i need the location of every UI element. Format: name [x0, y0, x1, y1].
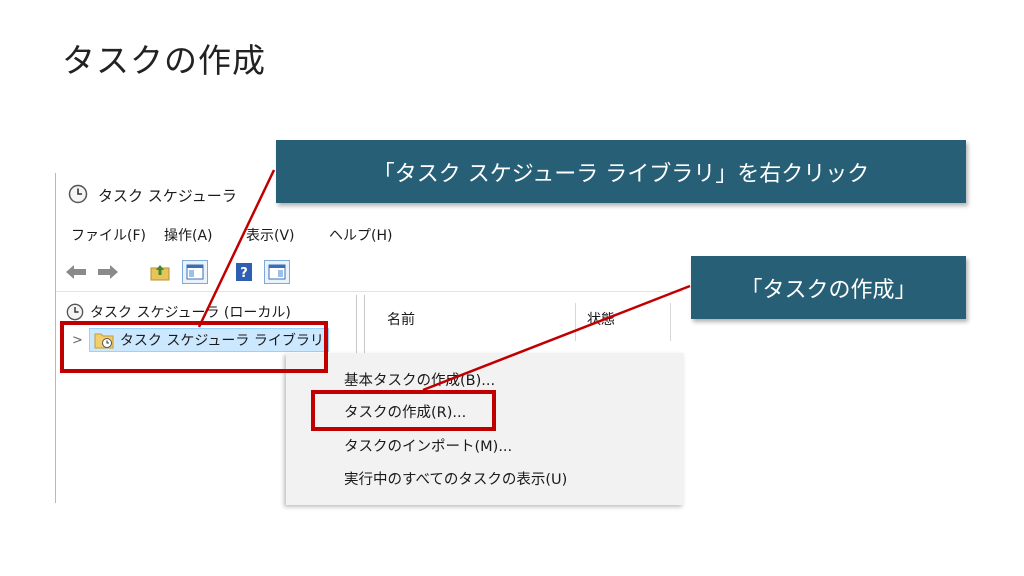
toolbar: ? — [56, 253, 684, 292]
column-header-name[interactable]: 名前 — [387, 309, 415, 329]
menu-item-show-running-tasks[interactable]: 実行中のすべてのタスクの表示(U) — [344, 468, 567, 489]
action-pane-icon[interactable] — [264, 260, 290, 284]
clock-icon — [66, 303, 84, 321]
help-icon[interactable]: ? — [232, 260, 256, 284]
callout-right-click: 「タスク スケジューラ ライブラリ」を右クリック — [276, 140, 966, 203]
forward-arrow-icon[interactable] — [96, 260, 120, 284]
clock-icon — [68, 184, 88, 204]
highlight-create-task — [311, 390, 496, 431]
column-header-status[interactable]: 状態 — [587, 309, 615, 329]
menu-bar: ファイル(F) 操作(A) 表示(V) ヘルプ(H) — [56, 217, 684, 251]
menu-action[interactable]: 操作(A) — [164, 225, 213, 245]
back-arrow-icon[interactable] — [64, 260, 88, 284]
window-title: タスク スケジューラ — [98, 187, 237, 205]
highlight-library — [60, 321, 328, 373]
column-divider[interactable] — [575, 303, 576, 341]
menu-file[interactable]: ファイル(F) — [71, 225, 146, 245]
column-divider[interactable] — [670, 303, 671, 341]
slide-title: タスクの作成 — [62, 41, 266, 80]
tree-node-local[interactable]: タスク スケジューラ (ローカル) — [66, 302, 291, 322]
menu-help[interactable]: ヘルプ(H) — [329, 225, 392, 245]
menu-view[interactable]: 表示(V) — [246, 225, 295, 245]
svg-text:?: ? — [240, 266, 248, 281]
console-tree-icon[interactable] — [182, 260, 208, 284]
folder-up-icon[interactable] — [148, 260, 172, 284]
menu-item-import-task[interactable]: タスクのインポート(M)... — [344, 435, 512, 456]
tree-node-local-label: タスク スケジューラ (ローカル) — [90, 305, 291, 321]
menu-item-create-basic-task[interactable]: 基本タスクの作成(B)... — [344, 369, 495, 390]
callout-create-task: 「タスクの作成」 — [691, 256, 966, 319]
